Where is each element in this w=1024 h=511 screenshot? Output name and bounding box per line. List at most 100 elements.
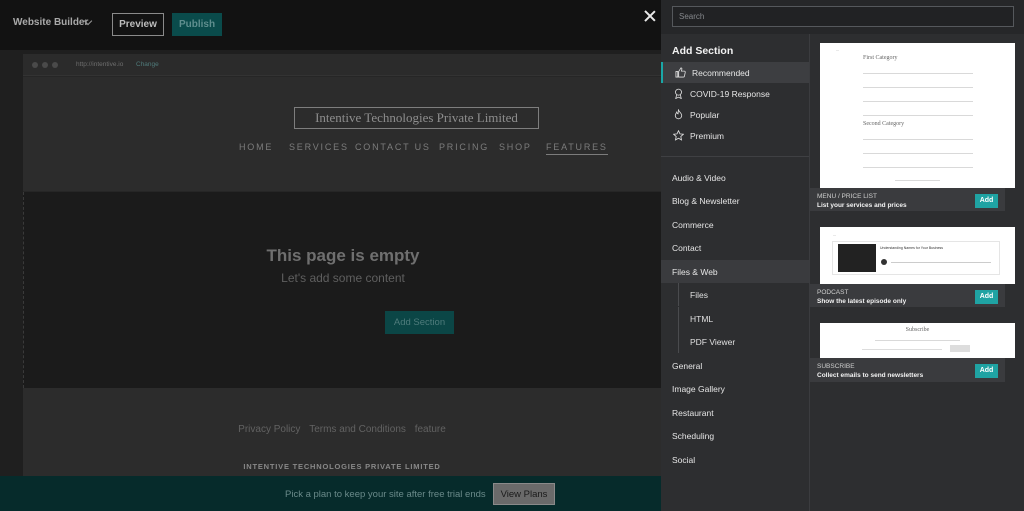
subcategory-html[interactable]: HTML: [678, 307, 809, 330]
nav-features[interactable]: FEATURES: [546, 142, 608, 155]
category-label: COVID-19 Response: [690, 89, 770, 99]
add-section-button[interactable]: Add Section: [385, 311, 454, 334]
preview-episode-title: Understanding Names for Your Business: [880, 246, 944, 250]
footer-links: Privacy Policy Terms and Conditions feat…: [23, 424, 661, 435]
footer-link-terms[interactable]: Terms and Conditions: [309, 424, 406, 435]
preview-row: [863, 115, 973, 116]
footer-link-privacy[interactable]: Privacy Policy: [238, 424, 300, 435]
flame-icon: [673, 108, 684, 120]
search-bar: [661, 0, 1024, 34]
category-scheduling[interactable]: Scheduling: [661, 424, 809, 447]
template-preview-subscribe[interactable]: Subscribe: [820, 323, 1015, 358]
category-contact[interactable]: Contact: [661, 236, 809, 259]
progress-track: [891, 262, 991, 263]
category-label: General: [672, 361, 703, 371]
category-label: Contact: [672, 243, 702, 253]
close-icon[interactable]: [640, 6, 660, 26]
category-audio-video[interactable]: Audio & Video: [661, 166, 809, 189]
template-description: Show the latest episode only: [817, 298, 907, 305]
preview-row: [875, 340, 960, 341]
category-blog-newsletter[interactable]: Blog & Newsletter: [661, 189, 809, 212]
footer-link-feature[interactable]: feature: [415, 424, 446, 435]
subcategory-files[interactable]: Files: [678, 283, 809, 306]
empty-page-subtitle: Let's add some content: [281, 271, 405, 285]
category-recommended[interactable]: Recommended: [661, 62, 809, 83]
divider: [661, 156, 809, 157]
category-label: Image Gallery: [672, 384, 725, 394]
change-url-link[interactable]: Change: [136, 61, 159, 68]
add-menu-button[interactable]: Add: [975, 194, 998, 208]
template-name: MENU / PRICE LIST: [817, 193, 877, 200]
template-name: PODCAST: [817, 289, 849, 296]
trial-banner: Pick a plan to keep your site after free…: [0, 476, 661, 511]
nav-services[interactable]: SERVICES: [289, 142, 349, 152]
preview-subscribe-button: [950, 345, 970, 352]
nav-contact-us[interactable]: CONTACT US: [355, 142, 431, 152]
nav-shop[interactable]: SHOP: [499, 142, 532, 152]
preview-button[interactable]: Preview: [112, 13, 164, 36]
star-icon: [672, 129, 685, 141]
subcategory-label: PDF Viewer: [690, 337, 736, 347]
category-popular[interactable]: Popular: [661, 104, 809, 125]
category-label: Files & Web: [672, 267, 718, 277]
template-card-podcast: PODCAST Show the latest episode only Add: [810, 284, 1005, 307]
panel-heading: Add Section: [672, 45, 734, 57]
category-label: Recommended: [692, 68, 750, 78]
nav-pricing[interactable]: PRICING: [439, 142, 489, 152]
window-dot-icon: [32, 62, 38, 68]
category-covid-19-response[interactable]: COVID-19 Response: [661, 83, 809, 104]
category-image-gallery[interactable]: Image Gallery: [661, 377, 809, 400]
add-subscribe-button[interactable]: Add: [975, 364, 998, 378]
site-url: http://intentive.io: [76, 61, 124, 68]
preview-episode-box: Understanding Names for Your Business: [832, 241, 1000, 275]
template-description: Collect emails to send newsletters: [817, 372, 924, 379]
preview-row: [863, 73, 973, 74]
ribbon-icon: [673, 88, 684, 100]
nav-home[interactable]: HOME: [239, 142, 273, 152]
preview-row: [863, 167, 973, 168]
site-header[interactable]: Intentive Technologies Private Limited H…: [23, 77, 661, 191]
category-label: Blog & Newsletter: [672, 196, 740, 206]
add-podcast-button[interactable]: Add: [975, 290, 998, 304]
subcategory-label: HTML: [690, 314, 714, 324]
play-icon: [881, 259, 887, 265]
category-label: Restaurant: [672, 408, 714, 418]
site-switcher[interactable]: Website Builder: [13, 16, 93, 28]
preview-row: [895, 180, 940, 181]
category-general[interactable]: General: [661, 354, 809, 377]
subcategory-label: Files: [690, 290, 708, 300]
preview-placeholder-text: —: [836, 48, 839, 52]
window-dot-icon: [52, 62, 58, 68]
trial-message: Pick a plan to keep your site after free…: [285, 489, 486, 500]
template-preview-menu[interactable]: — First Category Second Category: [820, 43, 1015, 188]
thumbs-up-icon: [675, 67, 686, 78]
search-input[interactable]: [672, 6, 1014, 27]
subcategory-pdf-viewer[interactable]: PDF Viewer: [678, 330, 809, 353]
category-social[interactable]: Social: [661, 448, 809, 471]
window-dot-icon: [42, 62, 48, 68]
template-preview-podcast[interactable]: — Understanding Names for Your Business: [820, 227, 1015, 284]
empty-page-title: This page is empty: [266, 246, 420, 265]
preview-email-field: [862, 349, 942, 350]
brand-label: Website Builder: [13, 17, 89, 28]
category-commerce[interactable]: Commerce: [661, 213, 809, 236]
empty-page-area: This page is empty Let's add some conten…: [23, 192, 661, 388]
preview-row: [863, 87, 973, 88]
category-premium[interactable]: Premium: [661, 125, 809, 146]
template-name: SUBSCRIBE: [817, 363, 855, 370]
section-category-list: Add Section Recommended COVID-19 Respons…: [661, 34, 810, 511]
preview-subscribe-title: Subscribe: [905, 327, 930, 333]
editor-canvas: Website Builder Preview Publish http://i…: [0, 0, 661, 511]
view-plans-button[interactable]: View Plans: [493, 483, 555, 505]
site-nav: HOME SERVICES CONTACT US PRICING SHOP FE…: [239, 142, 619, 156]
publish-button[interactable]: Publish: [172, 13, 222, 36]
template-card-menu: MENU / PRICE LIST List your services and…: [810, 188, 1005, 211]
category-label: Audio & Video: [672, 173, 726, 183]
preview-row: [863, 139, 973, 140]
category-restaurant[interactable]: Restaurant: [661, 401, 809, 424]
section-templates: — First Category Second Category MENU / …: [810, 34, 1024, 511]
template-description: List your services and prices: [817, 202, 907, 209]
browser-bar: http://intentive.io Change: [23, 54, 661, 76]
category-files-web[interactable]: Files & Web: [661, 260, 809, 283]
category-label: Social: [672, 455, 696, 465]
